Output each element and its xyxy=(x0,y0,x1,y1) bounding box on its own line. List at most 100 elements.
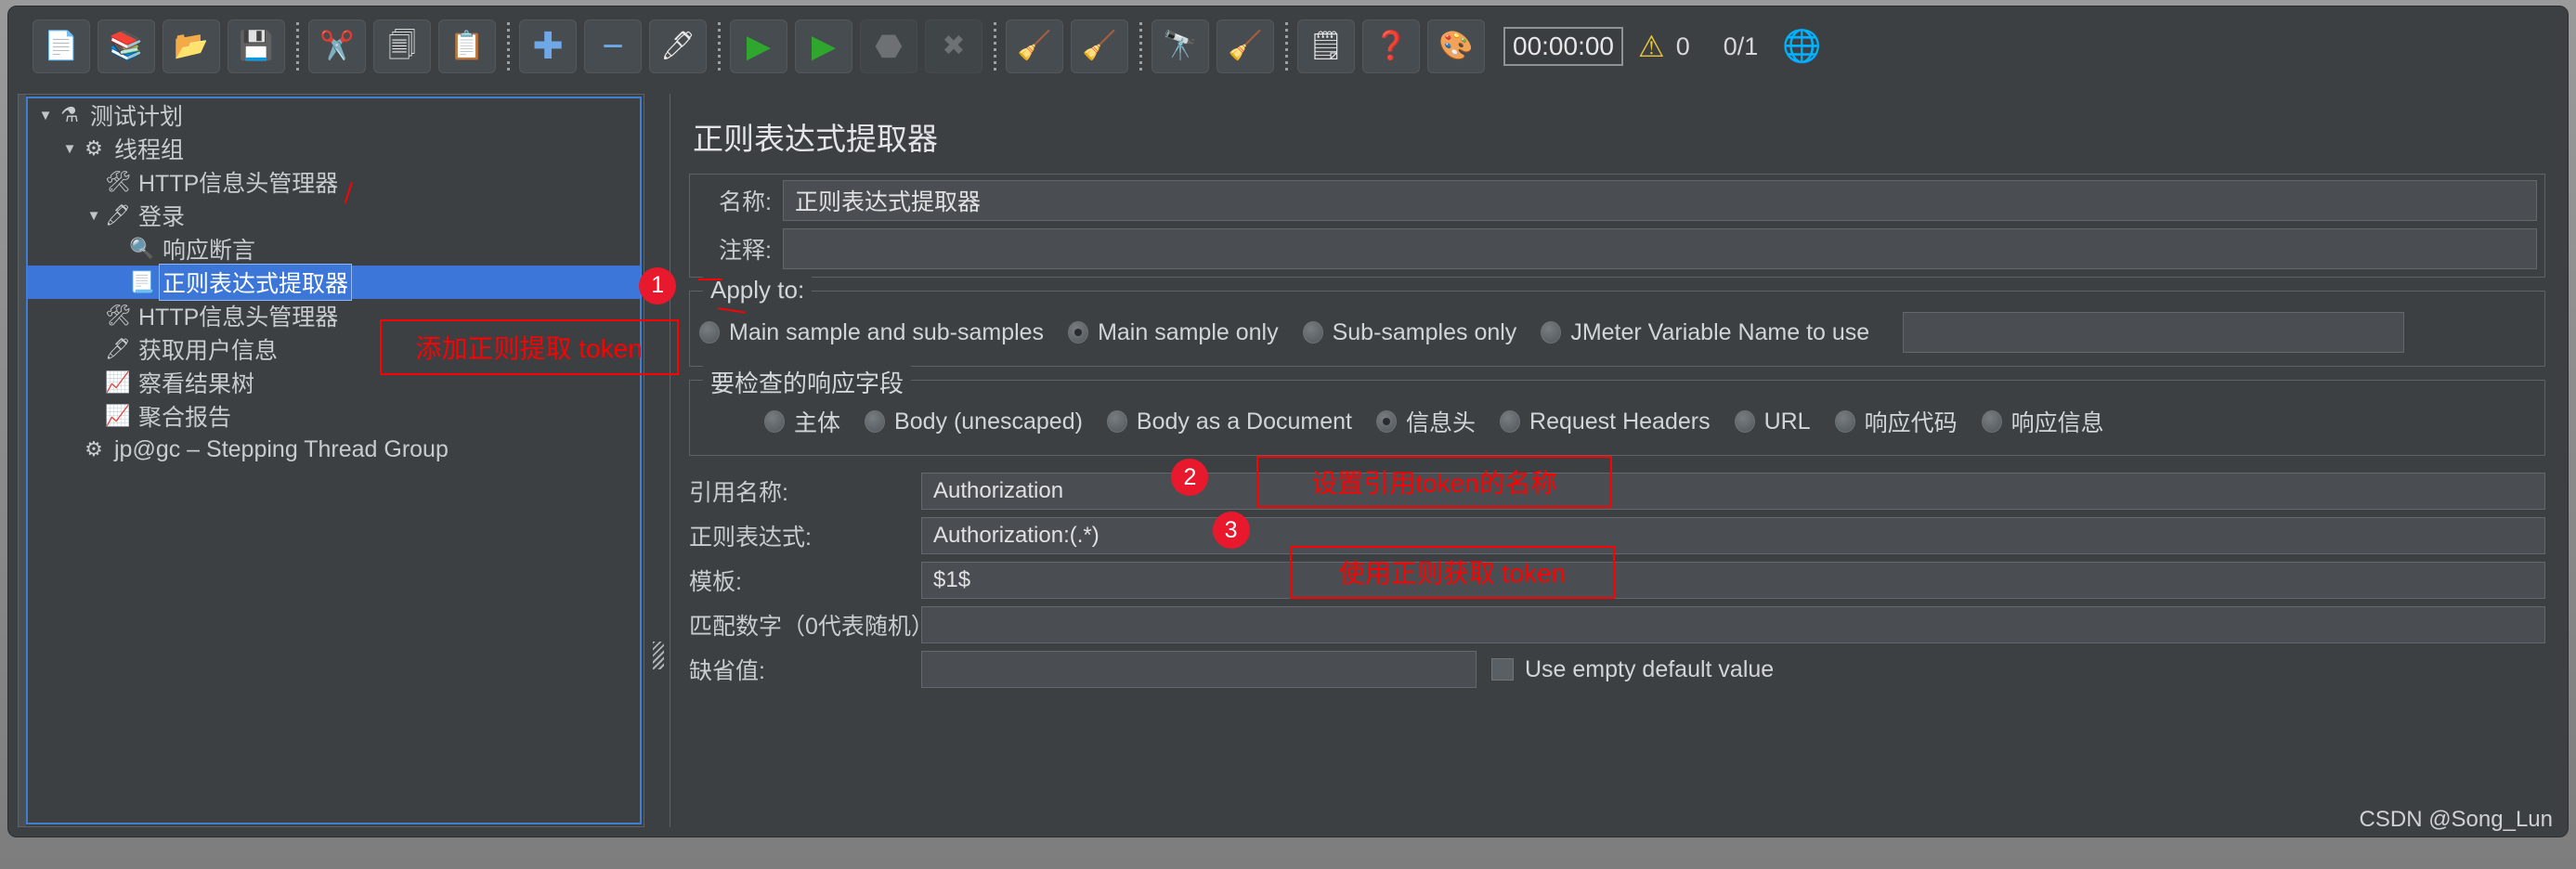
radio-dot-icon xyxy=(764,410,785,433)
clear-button[interactable]: 🧹 xyxy=(1006,19,1063,73)
radio-[interactable]: 主体 xyxy=(764,405,840,438)
new-test-plan-button[interactable]: 📄 xyxy=(33,19,90,73)
name-input[interactable]: 正则表达式提取器 xyxy=(783,180,2537,221)
field-label: 匹配数字（0代表随机）： xyxy=(689,614,946,640)
radio-label: Body as a Document xyxy=(1136,408,1352,434)
template-input[interactable]: $1$ xyxy=(921,562,2545,599)
tree-node-label: 线程组 xyxy=(114,137,185,163)
tree-node-2[interactable]: 🛠 HTTP信息头管理器 xyxy=(28,165,640,199)
search-button[interactable]: 🔭 xyxy=(1151,19,1209,73)
expand-collapse-icon[interactable]: ▼ xyxy=(35,108,56,123)
warning-indicator[interactable]: ⚠ 0 xyxy=(1638,29,1690,64)
paste-button[interactable]: 📋 xyxy=(438,19,496,73)
function-helper-button[interactable]: 🗒 xyxy=(1297,19,1355,73)
radio-url[interactable]: URL xyxy=(1734,409,1811,435)
page-title: 正则表达式提取器 xyxy=(693,122,938,156)
radio-body-as-a-document[interactable]: Body as a Document xyxy=(1106,408,1352,435)
tree-node-5[interactable]: 📃 正则表达式提取器 xyxy=(28,264,640,301)
aggregate-report-icon: 📈 xyxy=(105,404,131,427)
reference-name-input[interactable]: Authorization xyxy=(921,473,2545,510)
default-value-input[interactable] xyxy=(921,651,1477,688)
radio-main-sample-and-sub-samples[interactable]: Main sample and sub-samples xyxy=(699,319,1044,346)
tree-node-8[interactable]: 📈 察看结果树 xyxy=(28,366,640,399)
play-no-pause-icon: ▶ xyxy=(811,29,837,64)
use-empty-default-value-checkbox[interactable]: Use empty default value xyxy=(1491,656,1774,683)
tree-node-9[interactable]: 📈 聚合报告 xyxy=(28,399,640,433)
app-window: 📄 📚 📂 💾 ✂️ 🗐 📋 ✚ − 🖊 ▶ ▶ ⬣ ✖ 🧹 🧹 🔭 🧹 🗒 ❓… xyxy=(7,6,2569,837)
broom-gear-icon: 🧹 xyxy=(1017,31,1052,61)
warning-triangle-icon: ⚠ xyxy=(1638,30,1665,63)
expand-collapse-icon[interactable]: ▼ xyxy=(84,208,104,224)
response-field-radio-group[interactable]: 主体 Body (unescaped) Body as a Document 信息头 R… xyxy=(699,401,2535,442)
radio-label: 信息头 xyxy=(1406,410,1477,436)
toggle-button[interactable]: 🖊 xyxy=(649,19,707,73)
tree-focus-border: ▼ ⚗ 测试计划 ▼ ⚙ 线程组 🛠 HTTP信息头管理器 ▼ 🖊 登录 🔍 响应断言 📃 正则表达式提取器… xyxy=(26,97,642,824)
toggle-pencils-icon: 🖊 xyxy=(659,31,696,61)
header-manager-icon: 🛠 xyxy=(105,304,131,327)
tree-scrollbar[interactable] xyxy=(19,95,26,826)
match-number-input[interactable] xyxy=(921,606,2545,643)
stop-button[interactable]: ⬣ xyxy=(860,19,917,73)
clear-all-button[interactable]: 🧹 xyxy=(1071,19,1128,73)
radio-[interactable]: 信息头 xyxy=(1376,405,1476,438)
toolbar-separator xyxy=(1285,22,1288,71)
plus-icon: ✚ xyxy=(532,26,564,67)
open-button[interactable]: 📂 xyxy=(163,19,220,73)
tree-node-10[interactable]: ⚙ jp@gc – Stepping Thread Group xyxy=(28,433,640,466)
copy-button[interactable]: 🗐 xyxy=(373,19,431,73)
field-label: 正则表达式: xyxy=(689,525,812,551)
tree-node-0[interactable]: ▼ ⚗ 测试计划 xyxy=(28,98,640,132)
main-toolbar: 📄 📚 📂 💾 ✂️ 🗐 📋 ✚ − 🖊 ▶ ▶ ⬣ ✖ 🧹 🧹 🔭 🧹 🗒 ❓… xyxy=(8,6,2568,86)
open-folder-icon: 📂 xyxy=(174,31,209,61)
thread-group-icon: ⚙ xyxy=(85,136,103,160)
radio-body-unescaped[interactable]: Body (unescaped) xyxy=(865,409,1083,435)
comment-input[interactable] xyxy=(783,228,2537,269)
help-button[interactable]: ❓ xyxy=(1362,19,1420,73)
split-divider[interactable] xyxy=(649,94,670,827)
save-button[interactable]: 💾 xyxy=(228,19,285,73)
shutdown-button[interactable]: ✖ xyxy=(925,19,982,73)
undo-redo-button[interactable]: 🎨 xyxy=(1427,19,1485,73)
regular-expression-input[interactable]: Authorization:(.*) xyxy=(921,517,2545,554)
cut-button[interactable]: ✂️ xyxy=(308,19,366,73)
radio-jmeter-variable-name-to-use[interactable]: JMeter Variable Name to use xyxy=(1541,319,1869,346)
split-divider-grip[interactable] xyxy=(653,642,664,669)
tree-node-label: HTTP信息头管理器 xyxy=(138,171,339,197)
radio-main-sample-only[interactable]: Main sample only xyxy=(1068,319,1279,346)
books-icon: 📚 xyxy=(109,31,144,61)
field-label: 缺省值: xyxy=(689,658,765,684)
reset-search-button[interactable]: 🧹 xyxy=(1216,19,1274,73)
tree-node-4[interactable]: 🔍 响应断言 xyxy=(28,232,640,266)
tree-node-6[interactable]: 🛠 HTTP信息头管理器 xyxy=(28,299,640,332)
radio-request-headers[interactable]: Request Headers xyxy=(1500,409,1711,435)
start-no-pauses-button[interactable]: ▶ xyxy=(795,19,852,73)
radio-sub-samples-only[interactable]: Sub-samples only xyxy=(1302,319,1516,346)
jmeter-variable-name-input[interactable] xyxy=(1903,312,2405,353)
tree-node-3[interactable]: ▼ 🖊 登录 xyxy=(28,199,640,232)
collapse-all-button[interactable]: − xyxy=(584,19,642,73)
regex-extractor-editor: 正则表达式提取器 名称: 正则表达式提取器 注释: Apply to: Main… xyxy=(670,94,2558,827)
toolbar-separator xyxy=(718,22,721,71)
minus-icon: − xyxy=(602,26,624,67)
tree-node-label: 获取用户信息 xyxy=(138,338,279,364)
start-button[interactable]: ▶ xyxy=(730,19,787,73)
expand-all-button[interactable]: ✚ xyxy=(519,19,577,73)
radio-dot-icon xyxy=(1302,321,1323,344)
radio-dot-icon xyxy=(1734,410,1755,433)
tree-node-7[interactable]: 🖊 获取用户信息 xyxy=(28,332,640,366)
tree-node-label: 登录 xyxy=(138,204,186,230)
toolbar-separator xyxy=(1139,22,1142,71)
templates-button[interactable]: 📚 xyxy=(98,19,155,73)
globe-icon[interactable]: 🌐 xyxy=(1782,28,1821,65)
test-plan-tree[interactable]: ▼ ⚗ 测试计划 ▼ ⚙ 线程组 🛠 HTTP信息头管理器 ▼ 🖊 登录 🔍 响应断言 📃 正则表达式提取器… xyxy=(28,98,640,466)
radio-[interactable]: 响应代码 xyxy=(1834,405,1958,438)
test-plan-icon: ⚗ xyxy=(60,103,79,126)
radio-dot-icon xyxy=(865,410,886,433)
apply-to-radio-group[interactable]: Main sample and sub-samples Main sample o… xyxy=(699,312,2535,353)
response-field-legend: 要检查的响应字段 xyxy=(703,365,912,399)
expand-collapse-icon[interactable]: ▼ xyxy=(59,141,80,157)
assertion-icon: 🔍 xyxy=(129,237,155,260)
radio-[interactable]: 响应信息 xyxy=(1981,405,2104,438)
tree-node-1[interactable]: ▼ ⚙ 线程组 xyxy=(28,132,640,165)
watermark: CSDN @Song_Lun xyxy=(2359,807,2553,832)
